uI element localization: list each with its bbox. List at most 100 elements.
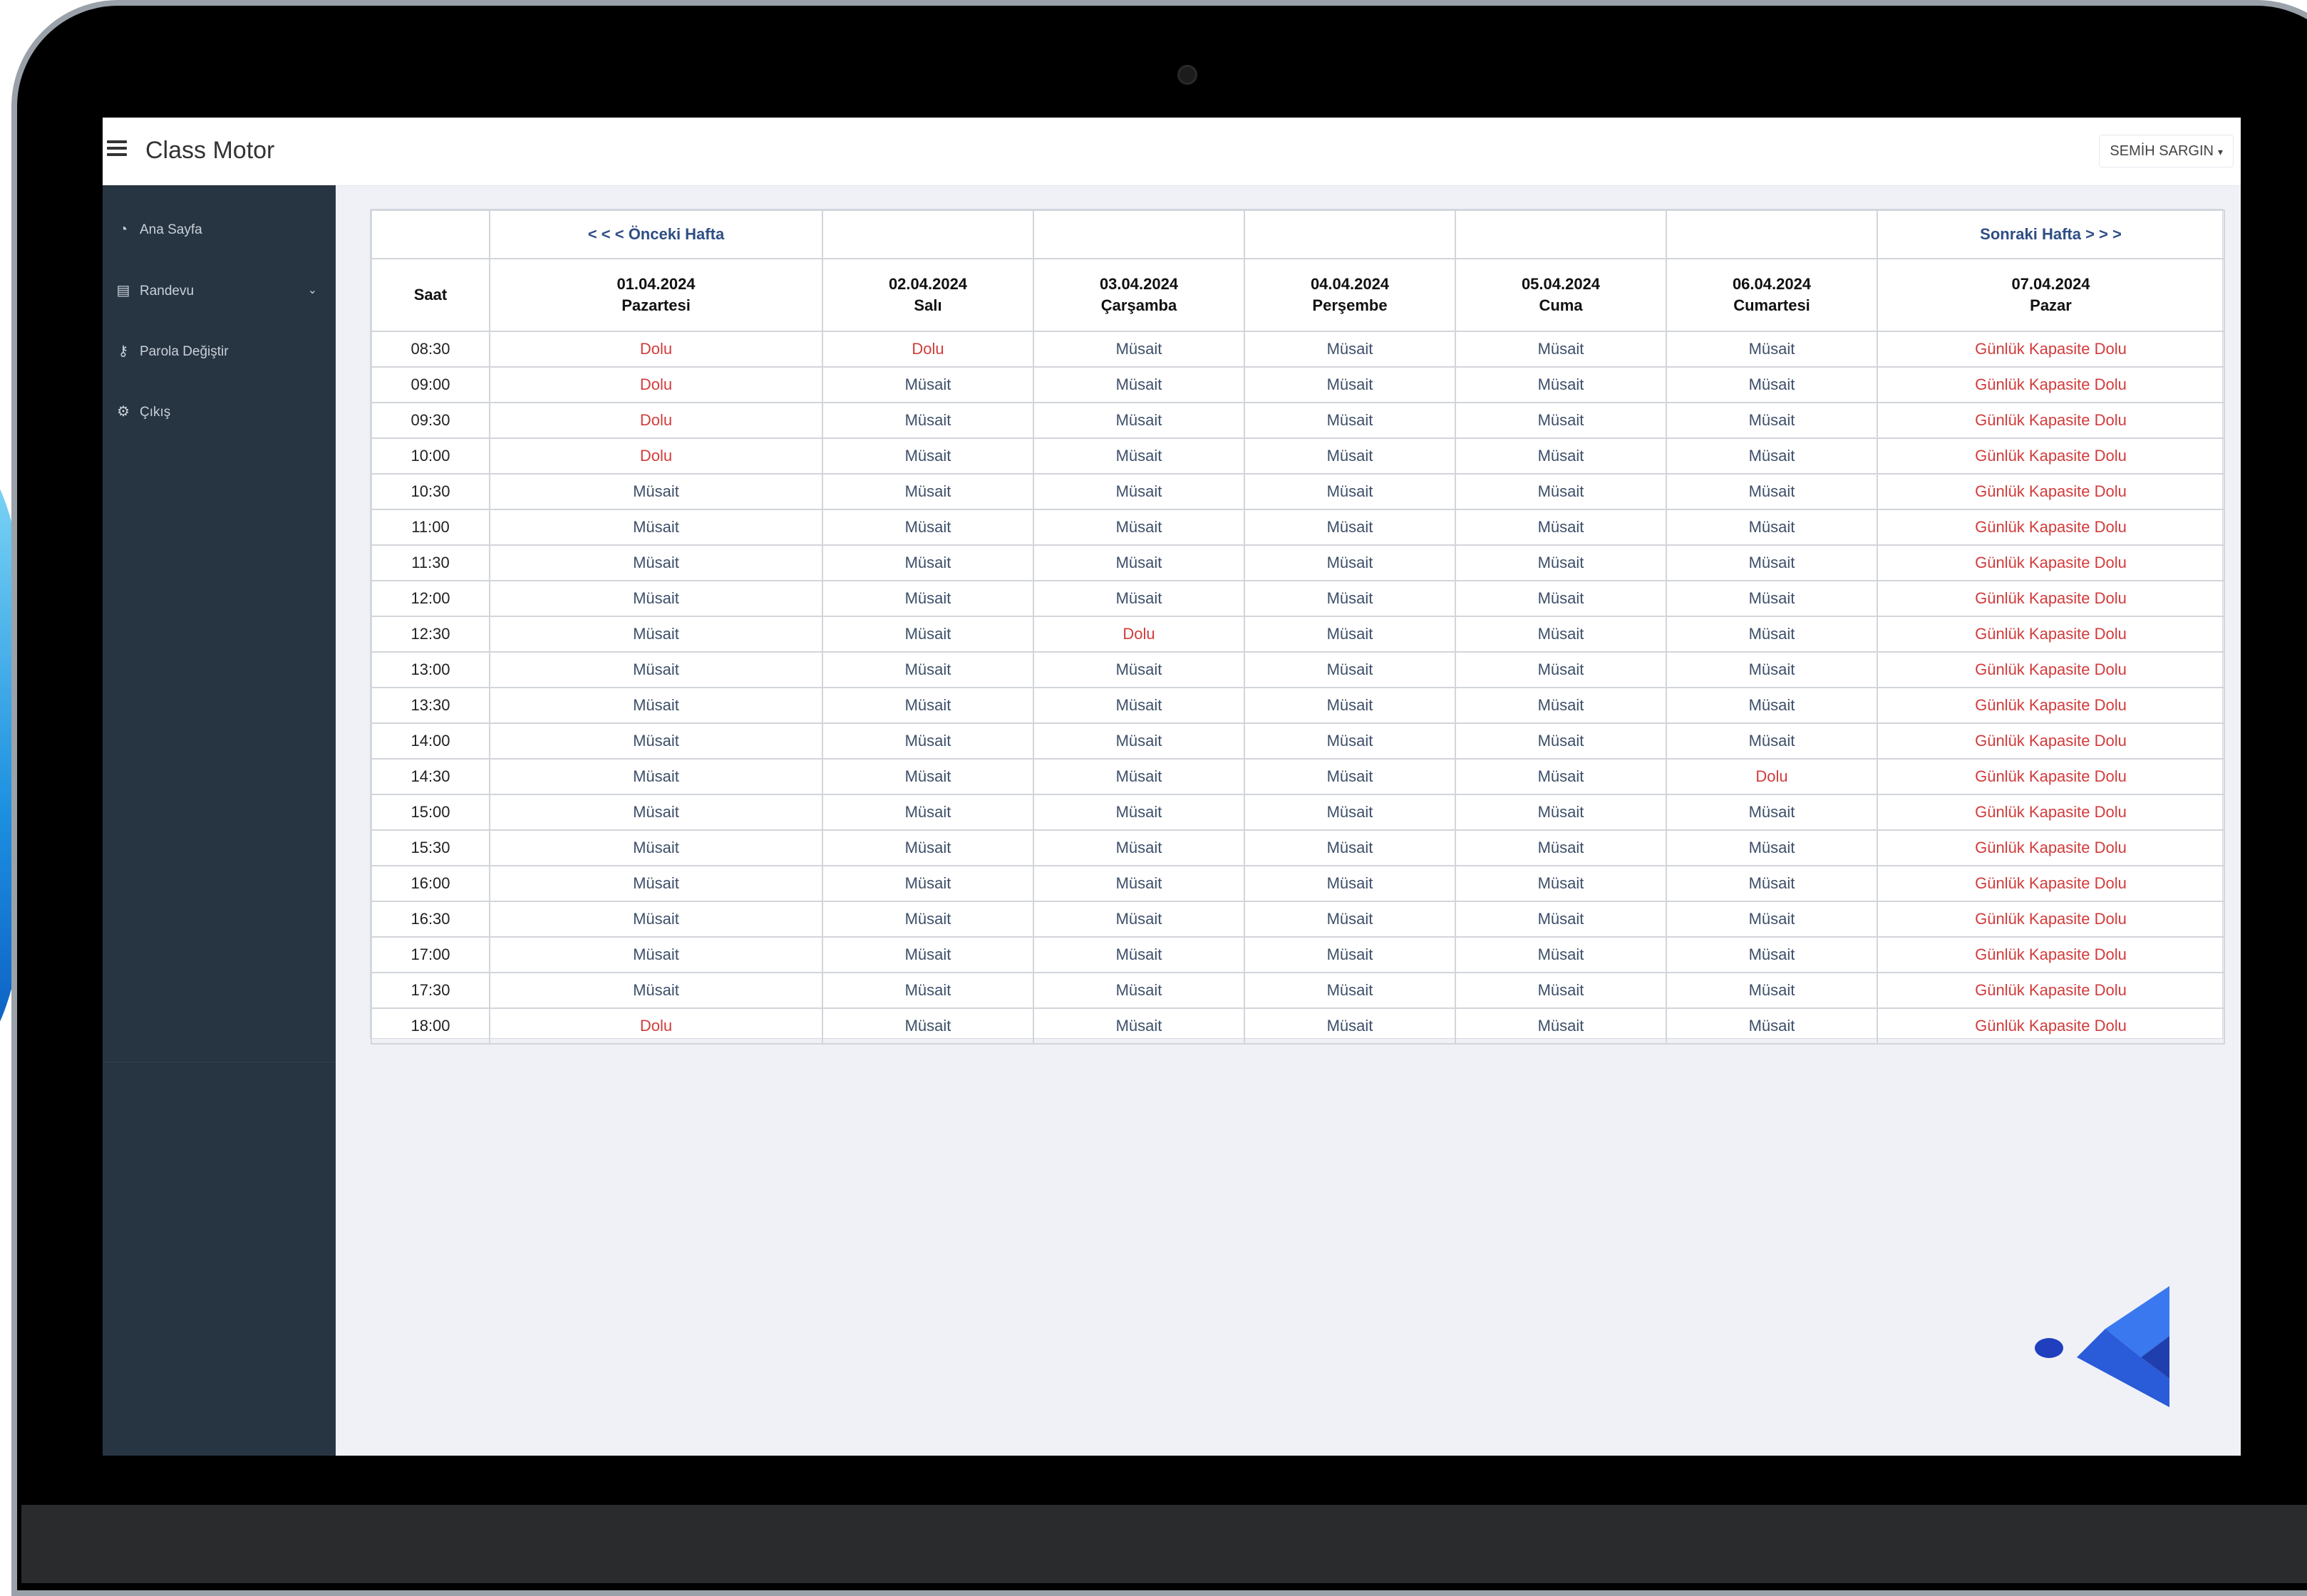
- slot-available[interactable]: Müsait: [1666, 473, 1878, 510]
- slot-available[interactable]: Müsait: [1033, 509, 1245, 546]
- slot-available[interactable]: Müsait: [1455, 829, 1667, 866]
- slot-available[interactable]: Müsait: [489, 509, 823, 546]
- slot-available[interactable]: Müsait: [1033, 366, 1245, 403]
- slot-available[interactable]: Müsait: [1244, 794, 1456, 831]
- user-menu[interactable]: SEMİH SARGIN ▾: [2099, 135, 2234, 167]
- slot-available[interactable]: Müsait: [489, 936, 823, 973]
- slot-available[interactable]: Müsait: [489, 901, 823, 938]
- sidebar-item-cikis[interactable]: ⚙ Çıkış: [114, 398, 324, 426]
- slot-available[interactable]: Müsait: [1666, 722, 1878, 760]
- slot-available[interactable]: Müsait: [1455, 865, 1667, 902]
- slot-available[interactable]: Müsait: [1455, 722, 1667, 760]
- slot-available[interactable]: Müsait: [822, 509, 1034, 546]
- slot-available[interactable]: Müsait: [1666, 829, 1878, 866]
- slot-available[interactable]: Müsait: [1033, 901, 1245, 938]
- next-week-link[interactable]: Sonraki Hafta > > >: [1980, 225, 2122, 243]
- slot-available[interactable]: Müsait: [1033, 437, 1245, 475]
- slot-available[interactable]: Müsait: [1033, 402, 1245, 439]
- slot-available[interactable]: Müsait: [1455, 544, 1667, 581]
- slot-available[interactable]: Müsait: [1666, 616, 1878, 653]
- slot-available[interactable]: Müsait: [1033, 651, 1245, 688]
- slot-available[interactable]: Müsait: [1244, 901, 1456, 938]
- slot-available[interactable]: Müsait: [1666, 651, 1878, 688]
- app-title[interactable]: Class Motor: [145, 133, 274, 167]
- slot-available[interactable]: Müsait: [1244, 331, 1456, 368]
- slot-available[interactable]: Müsait: [489, 829, 823, 866]
- slot-available[interactable]: Müsait: [1033, 794, 1245, 831]
- slot-available[interactable]: Müsait: [489, 544, 823, 581]
- slot-available[interactable]: Müsait: [1244, 366, 1456, 403]
- slot-available[interactable]: Müsait: [822, 544, 1034, 581]
- slot-available[interactable]: Müsait: [822, 651, 1034, 688]
- slot-available[interactable]: Müsait: [1244, 509, 1456, 546]
- slot-available[interactable]: Müsait: [1244, 402, 1456, 439]
- slot-available[interactable]: Müsait: [489, 972, 823, 1009]
- slot-available[interactable]: Müsait: [1666, 580, 1878, 617]
- slot-available[interactable]: Müsait: [489, 794, 823, 831]
- slot-available[interactable]: Müsait: [1244, 1007, 1456, 1045]
- slot-available[interactable]: Müsait: [1455, 366, 1667, 403]
- slot-available[interactable]: Müsait: [822, 794, 1034, 831]
- slot-available[interactable]: Müsait: [1666, 402, 1878, 439]
- slot-available[interactable]: Müsait: [1455, 936, 1667, 973]
- hamburger-menu-icon[interactable]: [107, 140, 127, 156]
- slot-available[interactable]: Müsait: [489, 473, 823, 510]
- slot-available[interactable]: Müsait: [1455, 794, 1667, 831]
- slot-available[interactable]: Müsait: [1033, 473, 1245, 510]
- slot-available[interactable]: Müsait: [1244, 473, 1456, 510]
- slot-available[interactable]: Müsait: [489, 865, 823, 902]
- slot-available[interactable]: Müsait: [1244, 616, 1456, 653]
- slot-available[interactable]: Müsait: [1666, 331, 1878, 368]
- slot-available[interactable]: Müsait: [822, 687, 1034, 724]
- slot-available[interactable]: Müsait: [1455, 616, 1667, 653]
- slot-available[interactable]: Müsait: [1033, 544, 1245, 581]
- slot-available[interactable]: Müsait: [822, 580, 1034, 617]
- slot-available[interactable]: Müsait: [1033, 936, 1245, 973]
- slot-available[interactable]: Müsait: [1666, 366, 1878, 403]
- slot-available[interactable]: Müsait: [822, 437, 1034, 475]
- sidebar-item-parola[interactable]: ⚷ Parola Değiştir: [114, 337, 324, 366]
- slot-available[interactable]: Müsait: [1244, 758, 1456, 795]
- slot-available[interactable]: Müsait: [1033, 972, 1245, 1009]
- slot-available[interactable]: Müsait: [1666, 972, 1878, 1009]
- slot-available[interactable]: Müsait: [1455, 402, 1667, 439]
- slot-available[interactable]: Müsait: [822, 901, 1034, 938]
- slot-available[interactable]: Müsait: [822, 616, 1034, 653]
- slot-available[interactable]: Müsait: [1666, 509, 1878, 546]
- slot-available[interactable]: Müsait: [1033, 865, 1245, 902]
- slot-available[interactable]: Müsait: [1666, 687, 1878, 724]
- slot-available[interactable]: Müsait: [1244, 865, 1456, 902]
- slot-available[interactable]: Müsait: [1244, 437, 1456, 475]
- prev-week-link[interactable]: < < < Önceki Hafta: [588, 225, 724, 243]
- slot-available[interactable]: Müsait: [822, 1007, 1034, 1045]
- slot-available[interactable]: Müsait: [1033, 1007, 1245, 1045]
- slot-available[interactable]: Müsait: [489, 651, 823, 688]
- slot-available[interactable]: Müsait: [822, 722, 1034, 760]
- slot-available[interactable]: Müsait: [489, 687, 823, 724]
- slot-available[interactable]: Müsait: [822, 758, 1034, 795]
- slot-available[interactable]: Müsait: [822, 402, 1034, 439]
- slot-available[interactable]: Müsait: [1244, 580, 1456, 617]
- slot-available[interactable]: Müsait: [1244, 936, 1456, 973]
- sidebar-item-ana-sayfa[interactable]: ◔ Ana Sayfa: [114, 215, 324, 244]
- slot-available[interactable]: Müsait: [1455, 901, 1667, 938]
- slot-available[interactable]: Müsait: [1455, 687, 1667, 724]
- slot-available[interactable]: Müsait: [1244, 687, 1456, 724]
- slot-available[interactable]: Müsait: [822, 865, 1034, 902]
- slot-available[interactable]: Müsait: [1033, 580, 1245, 617]
- slot-available[interactable]: Müsait: [1455, 473, 1667, 510]
- slot-available[interactable]: Müsait: [1244, 829, 1456, 866]
- slot-available[interactable]: Müsait: [1244, 651, 1456, 688]
- slot-available[interactable]: Müsait: [1666, 794, 1878, 831]
- slot-available[interactable]: Müsait: [1244, 544, 1456, 581]
- slot-available[interactable]: Müsait: [489, 758, 823, 795]
- slot-available[interactable]: Müsait: [1033, 722, 1245, 760]
- slot-available[interactable]: Müsait: [1455, 758, 1667, 795]
- slot-available[interactable]: Müsait: [822, 972, 1034, 1009]
- slot-available[interactable]: Müsait: [489, 616, 823, 653]
- slot-available[interactable]: Müsait: [1455, 331, 1667, 368]
- slot-available[interactable]: Müsait: [1033, 829, 1245, 866]
- slot-available[interactable]: Müsait: [1666, 437, 1878, 475]
- slot-available[interactable]: Müsait: [1455, 509, 1667, 546]
- slot-available[interactable]: Müsait: [1455, 580, 1667, 617]
